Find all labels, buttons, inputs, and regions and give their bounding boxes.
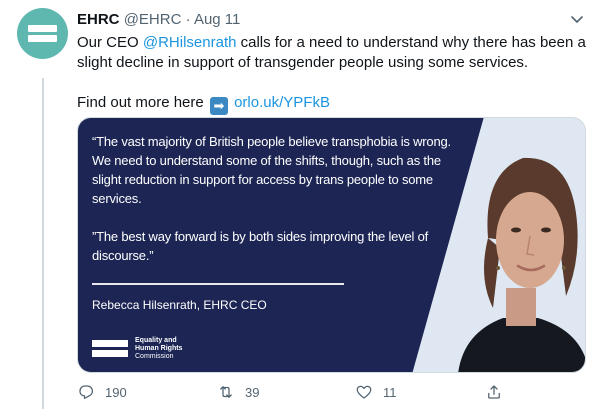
logo-line: Commission	[135, 353, 174, 360]
retweet-button[interactable]: 39	[217, 382, 259, 402]
tweet-body: Our CEO @RHilsenrath calls for a need to…	[77, 33, 587, 73]
reply-icon	[79, 385, 94, 400]
retweet-count: 39	[245, 384, 260, 400]
avatar-logo-bar	[28, 35, 57, 42]
author-name[interactable]: EHRC	[77, 11, 120, 28]
tweet-text: Our CEO @RHilsenrath calls for a need to…	[77, 33, 587, 115]
logo-bar	[92, 340, 128, 347]
ehrc-logo: Equality and Human Rights Commission	[92, 337, 232, 365]
tweet[interactable]: EHRC @EHRC · Aug 11 Our CEO @RHilsenrath…	[0, 0, 598, 409]
retweet-icon	[220, 386, 232, 398]
tweet-text-before-mention: Our CEO	[77, 34, 143, 51]
card-attribution: Rebecca Hilsenrath, EHRC CEO	[92, 298, 267, 312]
card-quote: “The vast majority of British people bel…	[92, 132, 452, 265]
separator-dot: ·	[185, 11, 191, 28]
tweet-header: EHRC @EHRC · Aug 11	[77, 10, 240, 30]
portrait-photo	[458, 157, 585, 372]
like-count: 11	[383, 384, 397, 400]
find-more-label: Find out more here	[77, 94, 204, 111]
avatar-logo-bar	[28, 25, 57, 32]
reply-count: 190	[105, 384, 127, 400]
quote-paragraph: “The vast majority of British people bel…	[92, 134, 451, 206]
logo-bar	[92, 350, 128, 357]
chevron-down-icon[interactable]	[567, 10, 587, 30]
author-handle[interactable]: @EHRC	[124, 11, 182, 28]
like-button[interactable]: 11	[355, 382, 397, 402]
heart-icon	[356, 385, 372, 399]
thread-line	[42, 78, 44, 409]
logo-line: Equality and	[135, 337, 177, 344]
share-button[interactable]	[485, 382, 513, 402]
logo-line: Human Rights	[135, 345, 183, 352]
card-divider	[92, 283, 344, 285]
avatar[interactable]	[17, 8, 68, 59]
quote-paragraph: ”The best way forward is by both sides i…	[92, 229, 429, 263]
find-more-line: Find out more here ➡ orlo.uk/YPFkB	[77, 93, 587, 115]
mention-link[interactable]: @RHilsenrath	[143, 34, 237, 51]
tweet-date[interactable]: Aug 11	[194, 11, 240, 28]
share-icon	[488, 385, 500, 399]
tweet-actions: 190 39 11	[77, 382, 587, 402]
external-link[interactable]: orlo.uk/YPFkB	[234, 94, 330, 111]
logo-text: Equality and Human Rights Commission	[135, 337, 182, 361]
reply-button[interactable]: 190	[77, 382, 127, 402]
right-arrow-icon: ➡	[209, 97, 228, 115]
media-card[interactable]: “The vast majority of British people bel…	[77, 117, 586, 373]
